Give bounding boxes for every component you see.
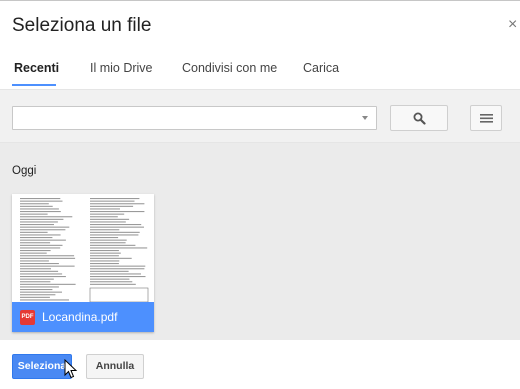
section-heading-today: Oggi bbox=[12, 165, 37, 177]
file-name: Locandina.pdf bbox=[42, 310, 118, 324]
tab-condivisi-con-me[interactable]: Condivisi con me bbox=[182, 61, 277, 75]
tab-il-mio-drive[interactable]: Il mio Drive bbox=[90, 61, 153, 75]
chevron-down-icon[interactable] bbox=[362, 116, 368, 120]
file-thumbnail bbox=[12, 194, 154, 304]
active-tab-indicator bbox=[12, 84, 56, 86]
search-icon bbox=[413, 112, 426, 125]
tab-recenti[interactable]: Recenti bbox=[14, 61, 59, 75]
search-input[interactable] bbox=[19, 110, 349, 126]
mouse-pointer-icon bbox=[64, 359, 78, 379]
file-footer: PDF Locandina.pdf bbox=[12, 302, 154, 332]
search-toolbar bbox=[0, 89, 520, 143]
tab-carica[interactable]: Carica bbox=[303, 61, 339, 75]
list-view-icon bbox=[480, 114, 493, 123]
cancel-button[interactable]: Annulla bbox=[86, 354, 144, 379]
search-field[interactable] bbox=[12, 106, 377, 130]
search-button[interactable] bbox=[390, 105, 448, 131]
file-card[interactable]: PDF Locandina.pdf bbox=[12, 194, 154, 332]
close-icon[interactable]: × bbox=[508, 17, 520, 33]
pdf-icon: PDF bbox=[20, 310, 35, 325]
list-view-button[interactable] bbox=[470, 105, 502, 131]
tab-bar: Recenti Il mio Drive Condivisi con me Ca… bbox=[0, 61, 520, 86]
select-button[interactable]: Seleziona bbox=[12, 354, 72, 379]
dialog-title: Seleziona un file bbox=[12, 15, 152, 36]
file-picker-dialog: Seleziona un file × Recenti Il mio Drive… bbox=[0, 0, 520, 389]
file-list-area: Oggi PDF Locandina.pdf bbox=[0, 143, 520, 340]
